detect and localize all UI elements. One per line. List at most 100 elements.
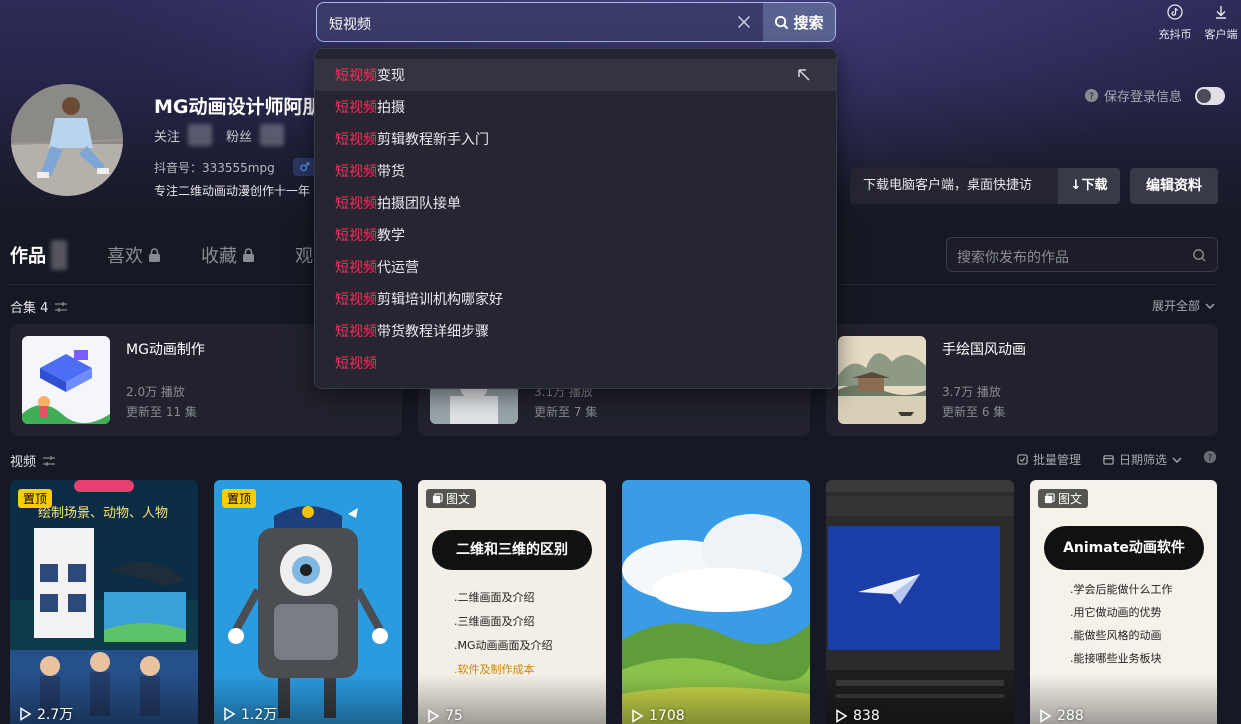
suggestion-item[interactable]: 短视频 教学: [315, 219, 836, 251]
collection-card[interactable]: 手绘国风动画 3.7万 播放 更新至 6 集: [826, 324, 1218, 436]
sort-icon[interactable]: [42, 455, 56, 467]
client-download-button[interactable]: 客户端: [1203, 4, 1239, 42]
play-icon: [224, 707, 236, 721]
clear-icon[interactable]: [737, 15, 751, 29]
play-count-value: 2.7万: [37, 707, 74, 723]
play-count-value: 288: [1057, 708, 1084, 724]
suggestion-item[interactable]: 短视频 变现: [315, 59, 836, 91]
suggestion-item[interactable]: 短视频: [315, 347, 836, 379]
suggestion-keyword: 短视频: [335, 260, 377, 276]
date-filter-label: 日期筛选: [1119, 453, 1168, 467]
tab-likes-label: 喜欢: [107, 246, 143, 267]
search-input[interactable]: 短视频: [317, 3, 763, 41]
lock-icon: [149, 248, 160, 262]
play-count-value: 838: [853, 708, 880, 724]
play-count: 75: [426, 708, 463, 724]
lock-icon: [243, 248, 254, 262]
collections-title: 合集 4: [10, 301, 49, 316]
date-filter-button[interactable]: 日期筛选: [1103, 451, 1182, 468]
suggestion-item[interactable]: 短视频 带货教程详细步骤: [315, 315, 836, 347]
video-card[interactable]: 置顶 1.2万: [214, 480, 402, 724]
edit-profile-button[interactable]: 编辑资料: [1130, 168, 1218, 204]
avatar[interactable]: [11, 84, 123, 196]
collection-updates: 更新至 11 集: [126, 405, 197, 419]
suggestion-item[interactable]: 短视频 拍摄团队接单: [315, 187, 836, 219]
suggestion-keyword: 短视频: [335, 228, 377, 244]
suggestion-rest: 带货教程详细步骤: [377, 324, 489, 340]
suggestion-item[interactable]: 短视频 带货: [315, 155, 836, 187]
collection-title: MG动画制作: [126, 342, 205, 358]
chevron-down-icon: [1172, 457, 1182, 463]
image-post-icon: [432, 493, 443, 504]
pinned-badge: 置顶: [222, 489, 257, 508]
tab-likes[interactable]: 喜欢: [107, 242, 161, 268]
recharge-coin-button[interactable]: 充抖币: [1157, 4, 1193, 42]
expand-all-label: 展开全部: [1152, 299, 1201, 313]
tab-works[interactable]: 作品: [10, 240, 67, 270]
search-button[interactable]: 搜索: [763, 3, 835, 41]
play-count: 1708: [630, 708, 685, 724]
image-post-card[interactable]: 二维和三维的区别 .二维画面及介绍 .三维画面及介绍 .MG动画画面及介绍 .软…: [418, 480, 606, 724]
search-bar: 短视频 搜索: [316, 2, 836, 42]
works-search-placeholder: 搜索你发布的作品: [957, 250, 1069, 266]
play-count: 2.7万: [18, 704, 73, 724]
suggestion-rest: 代运营: [377, 260, 419, 276]
douyin-id: 抖音号：333555mpg: [154, 160, 275, 175]
tab-favorites-label: 收藏: [201, 246, 237, 267]
fill-arrow-icon[interactable]: [796, 67, 812, 83]
suggestion-keyword: 短视频: [335, 100, 377, 116]
save-login-label: 保存登录信息: [1104, 90, 1183, 105]
suggestion-keyword: 短视频: [335, 132, 377, 148]
suggestion-rest: 剪辑培训机构哪家好: [377, 292, 503, 308]
post-lines: .学会后能做什么工作 .用它做动画的优势 .能做些风格的动画 .能接哪些业务板块: [1070, 578, 1173, 670]
help-icon[interactable]: ?: [1084, 88, 1099, 103]
suggestion-rest: 拍摄: [377, 100, 405, 116]
video-card[interactable]: 838: [826, 480, 1014, 724]
followers-count[interactable]: [260, 124, 285, 146]
download-client-banner: 下载电脑客户端，桌面快捷访问 ↓下载: [850, 168, 1120, 204]
profile-tabs: 作品 喜欢 收藏 观: [10, 240, 353, 270]
save-login-toggle[interactable]: [1195, 86, 1226, 105]
search-icon: [775, 15, 789, 29]
play-count-value: 75: [445, 708, 463, 724]
search-icon[interactable]: [1192, 248, 1207, 263]
save-login-setting: ? 保存登录信息: [1084, 86, 1226, 105]
suggestion-item[interactable]: 短视频 剪辑培训机构哪家好: [315, 283, 836, 315]
svg-text:?: ?: [1208, 454, 1213, 464]
play-icon: [428, 709, 440, 723]
suggestion-rest: 剪辑教程新手入门: [377, 132, 489, 148]
suggestion-item[interactable]: 短视频 剪辑教程新手入门: [315, 123, 836, 155]
sort-icon[interactable]: [54, 301, 68, 313]
client-label: 客户端: [1204, 28, 1238, 41]
suggestion-item[interactable]: 短视频 代运营: [315, 251, 836, 283]
play-icon: [1040, 709, 1052, 723]
batch-manage-button[interactable]: 批量管理: [1017, 451, 1081, 468]
works-search-input[interactable]: 搜索你发布的作品: [946, 237, 1218, 272]
collection-updates: 更新至 6 集: [942, 405, 1006, 419]
video-card[interactable]: 1708: [622, 480, 810, 724]
image-post-card[interactable]: Animate动画软件 .学会后能做什么工作 .用它做动画的优势 .能做些风格的…: [1030, 480, 1217, 724]
play-icon: [632, 709, 644, 723]
collection-plays: 2.0万 播放: [126, 385, 185, 399]
post-line: .三维画面及介绍: [454, 615, 535, 628]
tab-watched[interactable]: 观: [295, 242, 313, 268]
expand-all-button[interactable]: 展开全部: [1152, 297, 1215, 314]
post-line: .学会后能做什么工作: [1070, 583, 1173, 596]
suggestion-keyword: 短视频: [335, 356, 377, 372]
douyin-coin-icon: [1167, 4, 1183, 20]
tab-favorites[interactable]: 收藏: [201, 242, 255, 268]
suggestion-keyword: 短视频: [335, 324, 377, 340]
following-count[interactable]: [188, 124, 213, 146]
image-post-badge-label: 图文: [1058, 492, 1083, 506]
profile-name: MG动画设计师阿朋: [154, 96, 314, 118]
videos-header: 视频: [10, 451, 56, 470]
tab-watched-label: 观: [295, 246, 313, 267]
help-icon: ?: [1203, 450, 1217, 464]
suggestion-rest: 变现: [377, 68, 405, 84]
videos-help-button[interactable]: ?: [1203, 450, 1217, 464]
batch-manage-label: 批量管理: [1033, 453, 1082, 467]
suggestion-keyword: 短视频: [335, 292, 377, 308]
video-card[interactable]: 绘制场景、动物、人物 置顶 2.7万: [10, 480, 198, 724]
suggestion-item[interactable]: 短视频 拍摄: [315, 91, 836, 123]
download-button[interactable]: ↓下载: [1058, 168, 1120, 204]
